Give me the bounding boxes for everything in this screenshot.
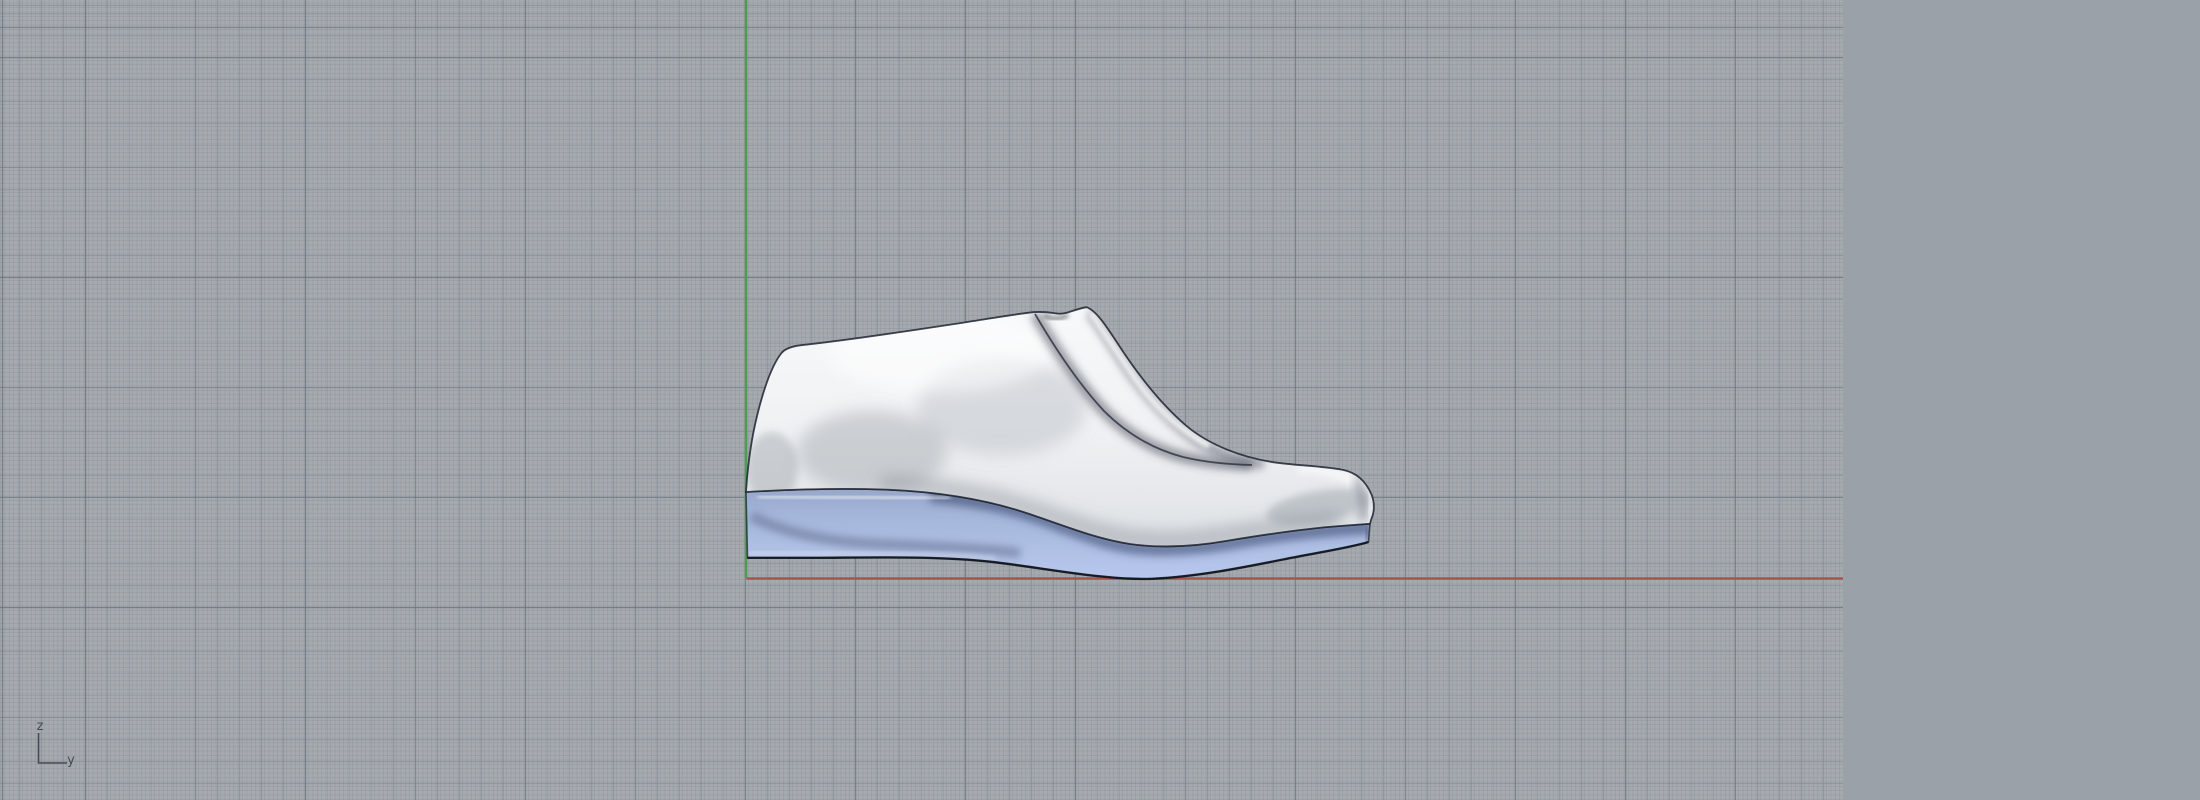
scene-render: z y [37, 0, 1843, 768]
axis-gizmo-lines [37, 733, 67, 764]
viewport-canvas[interactable]: z y [0, 0, 2200, 800]
axis-gizmo: z y [37, 719, 76, 768]
axis-gizmo-y-label: y [67, 753, 75, 768]
axis-gizmo-z-label: z [37, 719, 44, 734]
